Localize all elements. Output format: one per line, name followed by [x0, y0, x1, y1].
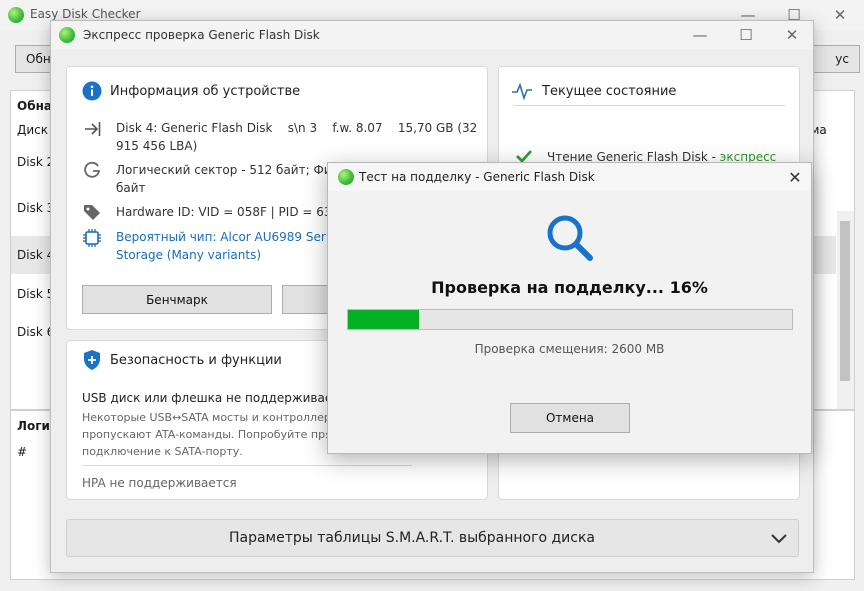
chip-icon [81, 227, 103, 249]
sector-icon [81, 159, 103, 181]
close-icon[interactable]: ✕ [769, 21, 815, 49]
main-window-title: Easy Disk Checker [30, 7, 141, 21]
progress-bar [347, 309, 793, 330]
chevron-down-icon[interactable] [768, 528, 790, 548]
sector-line: Логический сектор - 512 байт; Физи [116, 163, 346, 177]
smart-expander[interactable]: Параметры таблицы S.M.A.R.T. выбранного … [66, 519, 799, 557]
scrollbar-thumb[interactable] [840, 221, 850, 381]
usb-note-2: пропускают ATA-команды. Попробуйте прям [82, 428, 340, 441]
device-info-title: Информация об устройстве [110, 84, 301, 99]
close-icon[interactable]: ✕ [783, 166, 807, 188]
app-logo-icon [338, 169, 354, 185]
list-scrollbar[interactable] [837, 211, 854, 409]
dialog-titlebar: Тест на подделку - Generic Flash Disk ✕ [328, 163, 811, 191]
chip-link-cont[interactable]: Storage (Many variants) [116, 246, 261, 264]
offset-status: Проверка смещения: 2600 MB [474, 342, 665, 356]
progress-fill [348, 310, 420, 329]
shield-icon [81, 349, 103, 371]
divider [513, 105, 785, 106]
usb-support-line: USB диск или флешка не поддерживает А [82, 391, 352, 405]
divider [82, 465, 412, 466]
usb-note-3: подключение к SATA-порту. [82, 445, 243, 458]
cancel-button[interactable]: Отмена [510, 403, 630, 433]
tag-icon [81, 201, 103, 223]
current-state-title: Текущее состояние [542, 84, 677, 99]
hardware-id-line: Hardware ID: VID = 058F | PID = 638 [116, 205, 340, 219]
security-title: Безопасность и функции [110, 353, 282, 368]
hpa-line: HPA не поддерживается [82, 476, 237, 490]
column-number[interactable]: # [17, 445, 27, 459]
express-window-title: Экспресс проверка Generic Flash Disk [83, 28, 320, 42]
chip-link[interactable]: Вероятный чип: Alcor AU6989 Seri [116, 228, 329, 246]
app-logo-icon [59, 27, 75, 43]
smart-expander-title: Параметры таблицы S.M.A.R.T. выбранного … [228, 530, 596, 546]
disk-line-lba: 915 456 LBA) [116, 139, 198, 153]
benchmark-button[interactable]: Бенчмарк [82, 285, 272, 314]
close-icon[interactable]: ✕ [817, 0, 863, 30]
search-icon [543, 211, 597, 265]
pulse-icon [511, 80, 533, 102]
test-status: Проверка на подделку... 16% [431, 278, 708, 297]
maximize-icon[interactable]: ☐ [723, 21, 769, 49]
usb-note-1: Некоторые USB↔SATA мосты и контроллеры [82, 411, 340, 424]
dialog-title: Тест на подделку - Generic Flash Disk [359, 170, 595, 184]
minimize-icon[interactable]: — [677, 21, 723, 49]
express-titlebar: Экспресс проверка Generic Flash Disk — ☐… [51, 21, 813, 49]
app-logo-icon [8, 7, 24, 23]
column-disk[interactable]: Диск [17, 123, 48, 137]
arrow-right-icon [81, 118, 103, 140]
info-icon [81, 80, 103, 102]
sector-line-cont: байт [116, 181, 146, 195]
disk-line: Disk 4: Generic Flash Disk s\n 3 f.w. 8.… [116, 121, 478, 135]
fake-test-dialog: Тест на подделку - Generic Flash Disk ✕ … [327, 162, 812, 454]
